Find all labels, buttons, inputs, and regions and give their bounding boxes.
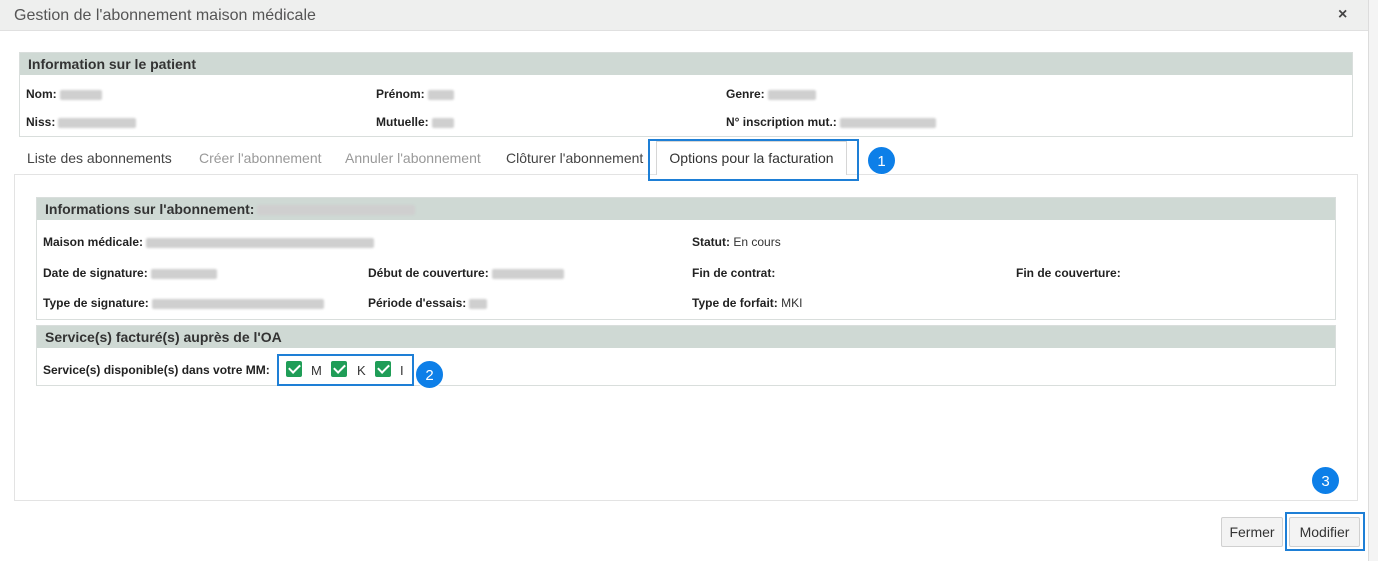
date-signature-label: Date de signature:: [43, 266, 148, 280]
redacted-value: [839, 117, 936, 128]
tab-liste-abonnements[interactable]: Liste des abonnements: [27, 150, 172, 166]
redacted-value: [151, 298, 324, 309]
patient-prenom: Prénom:: [376, 87, 454, 101]
redacted-value: [491, 268, 564, 279]
services-label: Service(s) disponible(s) dans votre MM:: [43, 363, 270, 377]
redacted-value: [58, 117, 137, 128]
tab-cloturer-abonnement[interactable]: Clôturer l'abonnement: [506, 150, 643, 166]
tab-annuler-abonnement[interactable]: Annuler l'abonnement: [345, 150, 481, 166]
fin-contrat-label: Fin de contrat:: [692, 266, 776, 280]
redacted-value: [150, 268, 217, 279]
redacted-value: [59, 89, 102, 100]
maison-label: Maison médicale:: [43, 235, 144, 249]
dialog-titlebar: Gestion de l'abonnement maison médicale …: [0, 0, 1368, 31]
redacted-value: [427, 89, 454, 100]
statut-label: Statut:: [692, 235, 730, 249]
annotation-badge-3: 3: [1311, 466, 1340, 495]
redacted-value: [469, 298, 488, 309]
type-signature-label: Type de signature:: [43, 296, 149, 310]
services-header: Service(s) facturé(s) auprès de l'OA: [37, 326, 1335, 348]
scroll-edge: [1368, 0, 1378, 561]
statut-value: En cours: [733, 235, 781, 249]
annotation-badge-1: 1: [867, 146, 896, 175]
periode-essais-label: Période d'essais:: [368, 296, 467, 310]
patient-mutuelle: Mutuelle:: [376, 115, 454, 129]
periode-essais: Période d'essais:: [368, 296, 488, 310]
highlight-modify-box: [1285, 512, 1365, 551]
subscription-header-label: Informations sur l'abonnement:: [45, 201, 255, 217]
redacted-value: [146, 237, 375, 248]
highlight-services-box: [277, 354, 414, 386]
fin-contrat: Fin de contrat:: [692, 266, 775, 280]
redacted-value: [767, 89, 816, 100]
redacted-value: [257, 205, 416, 216]
annotation-badge-2: 2: [415, 360, 444, 389]
date-signature: Date de signature:: [43, 266, 217, 280]
statut: Statut: En cours: [692, 235, 781, 249]
close-icon[interactable]: ×: [1338, 6, 1347, 24]
close-button[interactable]: Fermer: [1221, 517, 1283, 547]
type-forfait-value: MKI: [781, 296, 803, 310]
highlight-tab-box: [648, 139, 859, 181]
inscription-label: N° inscription mut.:: [726, 115, 837, 129]
type-signature: Type de signature:: [43, 296, 324, 310]
prenom-label: Prénom:: [376, 87, 425, 101]
patient-genre: Genre:: [726, 87, 816, 101]
mutuelle-label: Mutuelle:: [376, 115, 429, 129]
fin-couverture-label: Fin de couverture:: [1016, 266, 1121, 280]
patient-niss: Niss:: [26, 115, 137, 129]
genre-label: Genre:: [726, 87, 765, 101]
niss-label: Niss:: [26, 115, 56, 129]
maison-medicale: Maison médicale:: [43, 235, 375, 249]
patient-nom: Nom:: [26, 87, 102, 101]
type-forfait: Type de forfait: MKI: [692, 296, 802, 310]
nom-label: Nom:: [26, 87, 57, 101]
patient-info-header: Information sur le patient: [20, 53, 1352, 75]
subscription-header: Informations sur l'abonnement:: [37, 198, 1335, 220]
dialog-title: Gestion de l'abonnement maison médicale: [14, 7, 316, 24]
patient-info-panel: Information sur le patient: [19, 52, 1353, 137]
redacted-value: [431, 117, 454, 128]
type-forfait-label: Type de forfait:: [692, 296, 778, 310]
tab-creer-abonnement[interactable]: Créer l'abonnement: [199, 150, 322, 166]
fin-couverture: Fin de couverture:: [1016, 266, 1121, 280]
debut-couverture: Début de couverture:: [368, 266, 564, 280]
patient-inscription: N° inscription mut.:: [726, 115, 936, 129]
debut-couverture-label: Début de couverture:: [368, 266, 489, 280]
